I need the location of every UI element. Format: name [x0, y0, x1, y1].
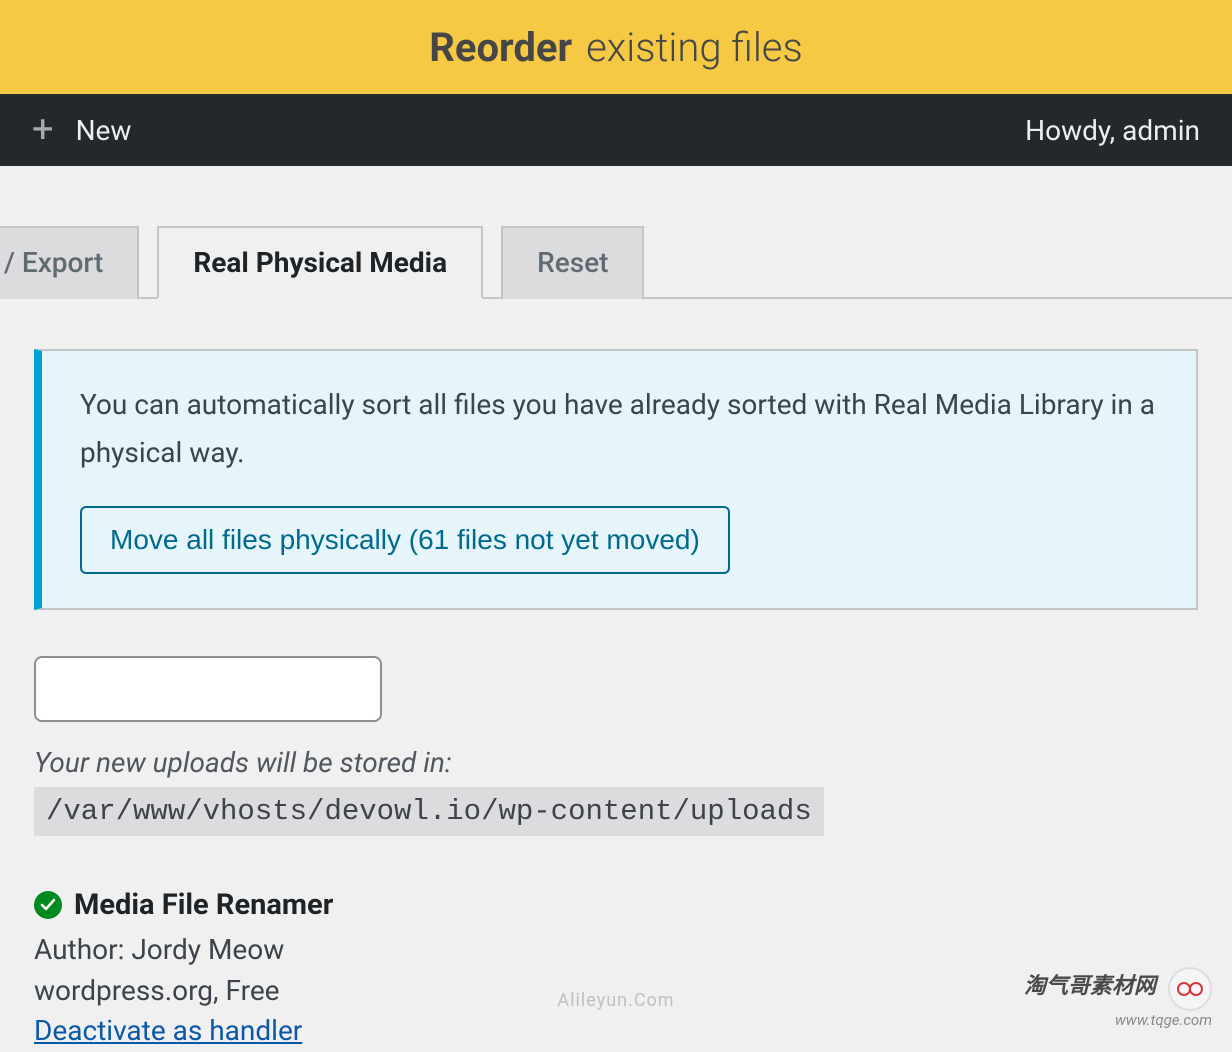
notice-text: You can automatically sort all files you… [80, 381, 1158, 476]
plugin-name: Media File Renamer [74, 888, 333, 922]
banner-rest: existing files [586, 24, 803, 71]
new-content-button[interactable]: + New [32, 111, 131, 149]
deactivate-link[interactable]: Deactivate as handler [34, 1014, 302, 1047]
watermark-center: Alileyun.Com [557, 990, 674, 1011]
watermark-url: www.tqge.com [1115, 1011, 1212, 1029]
upload-path-label: Your new uploads will be stored in: [34, 746, 1198, 779]
tab-export[interactable]: / Export [0, 226, 139, 299]
new-label: New [76, 114, 132, 147]
upload-path: /var/www/vhosts/devowl.io/wp-content/upl… [34, 787, 824, 836]
howdy-greeting[interactable]: Howdy, admin [1025, 114, 1200, 147]
banner-bold: Reorder [429, 24, 572, 71]
info-notice: You can automatically sort all files you… [34, 349, 1198, 610]
plugin-title-row: Media File Renamer [34, 888, 1198, 922]
plugin-author: Author: Jordy Meow [34, 930, 1198, 971]
prefix-input[interactable] [34, 656, 382, 722]
tab-reset[interactable]: Reset [501, 226, 644, 299]
watermark-right: 淘气哥素材网 www.tqge.com [1024, 967, 1212, 1029]
tab-real-physical-media[interactable]: Real Physical Media [157, 226, 483, 299]
admin-bar: + New Howdy, admin [0, 94, 1232, 166]
check-circle-icon [34, 891, 62, 919]
watermark-cn: 淘气哥素材网 [1024, 975, 1156, 1000]
tab-nav: / Export Real Physical Media Reset [0, 224, 1232, 299]
move-files-button[interactable]: Move all files physically (61 files not … [80, 506, 730, 574]
plus-icon: + [32, 111, 54, 149]
promo-banner: Reorder existing files [0, 0, 1232, 94]
content-area: You can automatically sort all files you… [0, 299, 1232, 1052]
mascot-icon [1168, 967, 1212, 1011]
